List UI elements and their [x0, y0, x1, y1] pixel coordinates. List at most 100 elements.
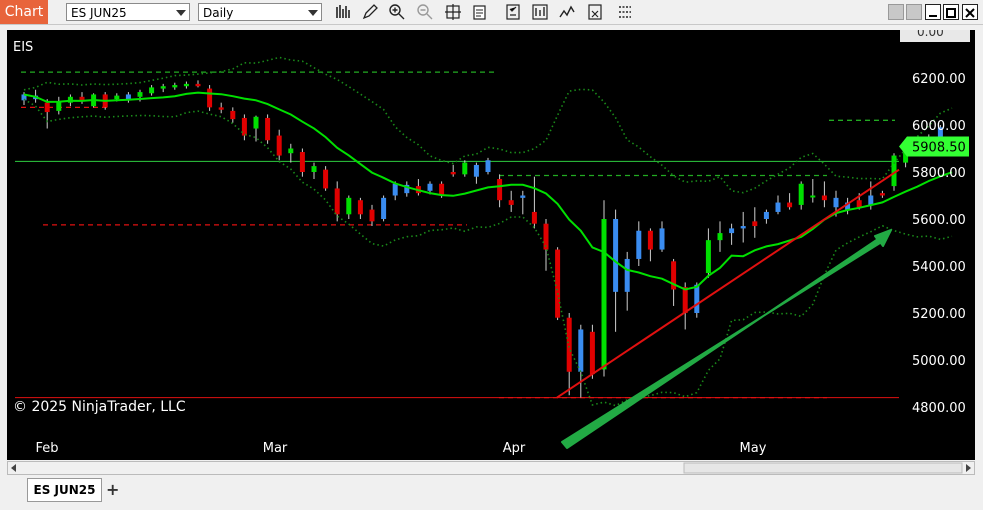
- candle-body[interactable]: [172, 85, 178, 88]
- candle-body[interactable]: [497, 179, 503, 201]
- candle-body[interactable]: [752, 221, 758, 227]
- drawing-pencil-icon[interactable]: [361, 3, 379, 21]
- crosshair-icon[interactable]: [444, 3, 462, 21]
- close-button[interactable]: [962, 4, 978, 20]
- indicators-icon[interactable]: [558, 3, 576, 21]
- candle-body[interactable]: [392, 183, 398, 196]
- interval-selector[interactable]: Daily: [198, 3, 322, 21]
- candle-body[interactable]: [868, 195, 874, 205]
- candle-body[interactable]: [44, 102, 50, 113]
- candle-body[interactable]: [856, 200, 862, 208]
- candle-body[interactable]: [624, 258, 630, 292]
- candle-body[interactable]: [555, 249, 561, 318]
- candle-body[interactable]: [659, 228, 665, 250]
- candle-body[interactable]: [311, 166, 317, 172]
- trend-arrow-annotation[interactable]: [561, 229, 892, 449]
- scroll-right-icon[interactable]: [966, 464, 971, 472]
- candle-body[interactable]: [473, 164, 479, 177]
- candle-body[interactable]: [230, 110, 236, 120]
- add-tab-button[interactable]: +: [106, 480, 119, 499]
- candle-body[interactable]: [589, 331, 595, 375]
- candle-body[interactable]: [821, 195, 827, 201]
- candle-body[interactable]: [717, 233, 723, 241]
- candle-body[interactable]: [149, 87, 155, 94]
- candle-body[interactable]: [369, 209, 375, 222]
- bar-type-icon[interactable]: [334, 3, 352, 21]
- candle-body[interactable]: [450, 172, 456, 175]
- candle-body[interactable]: [682, 287, 688, 313]
- candle-body[interactable]: [114, 95, 120, 100]
- data-box-icon[interactable]: [471, 3, 489, 21]
- candle-body[interactable]: [299, 152, 305, 172]
- chart-panel[interactable]: 6200.00 6000.00 5800.00 5600.00 5400.00 5200.…: [7, 30, 975, 460]
- candle-body[interactable]: [810, 195, 816, 198]
- candle-body[interactable]: [729, 228, 735, 234]
- window-tile-button-2[interactable]: [906, 4, 922, 20]
- grid-icon[interactable]: [616, 3, 634, 21]
- candle-body[interactable]: [207, 88, 213, 108]
- candle-body[interactable]: [763, 211, 769, 219]
- candle-body[interactable]: [636, 230, 642, 259]
- chart-window-label[interactable]: Chart: [0, 0, 48, 24]
- properties-icon[interactable]: [504, 3, 522, 21]
- strategies-icon[interactable]: [531, 3, 549, 21]
- tab-es-jun25[interactable]: ES JUN25: [27, 478, 102, 502]
- candle-body[interactable]: [334, 188, 340, 215]
- candle-body[interactable]: [427, 183, 433, 191]
- templates-icon[interactable]: [586, 3, 604, 21]
- candle-body[interactable]: [520, 195, 526, 198]
- candle-body[interactable]: [787, 202, 793, 208]
- price-chart[interactable]: 6200.00 6000.00 5800.00 5600.00 5400.00 5200.…: [7, 30, 975, 460]
- candle-body[interactable]: [195, 83, 201, 87]
- candle-body[interactable]: [647, 230, 653, 250]
- candle-body[interactable]: [265, 117, 271, 141]
- candle-body[interactable]: [833, 197, 839, 208]
- price-axis-tick-label: 6200.00: [912, 72, 966, 87]
- candle-body[interactable]: [566, 317, 572, 372]
- candle-body[interactable]: [183, 83, 189, 87]
- candle-body[interactable]: [276, 135, 282, 156]
- minimize-button[interactable]: [925, 4, 941, 20]
- price-axis-tick-label: 5600.00: [912, 213, 966, 228]
- candle-body[interactable]: [241, 117, 247, 136]
- candle-body[interactable]: [323, 169, 329, 189]
- candle-body[interactable]: [485, 160, 491, 172]
- zoom-in-icon[interactable]: [388, 3, 406, 21]
- tab-bar: [0, 476, 983, 510]
- candle-body[interactable]: [705, 240, 711, 274]
- chevron-down-icon: [176, 10, 186, 16]
- instrument-selector[interactable]: ES JUN25: [66, 3, 190, 21]
- candle-body[interactable]: [439, 183, 445, 196]
- candle-body[interactable]: [56, 101, 62, 111]
- candle-body[interactable]: [508, 200, 514, 205]
- maximize-button[interactable]: [943, 4, 959, 20]
- candle-body[interactable]: [160, 86, 166, 89]
- candle-body[interactable]: [879, 193, 885, 196]
- candle-body[interactable]: [357, 200, 363, 215]
- window-tile-button[interactable]: [888, 4, 904, 20]
- horizontal-scrollbar[interactable]: [7, 461, 975, 475]
- candle-body[interactable]: [613, 219, 619, 292]
- candle-body[interactable]: [137, 92, 143, 97]
- candle-body[interactable]: [775, 202, 781, 212]
- candle-body[interactable]: [381, 197, 387, 219]
- candle-body[interactable]: [288, 148, 294, 154]
- bollinger-lower-band[interactable]: [23, 98, 953, 407]
- candle-body[interactable]: [798, 183, 804, 205]
- candle-body[interactable]: [346, 197, 352, 215]
- candle-body[interactable]: [531, 211, 537, 224]
- candle-body[interactable]: [218, 107, 224, 110]
- scroll-thumb[interactable]: [683, 462, 963, 474]
- price-axis-tick-label: 5400.00: [912, 260, 966, 275]
- candle-body[interactable]: [462, 162, 468, 175]
- scroll-left-icon[interactable]: [11, 464, 16, 472]
- candle-body[interactable]: [694, 284, 700, 313]
- instrument-label: EIS: [13, 40, 34, 55]
- trend-line[interactable]: [556, 168, 900, 399]
- minimize-icon: [929, 15, 937, 17]
- zoom-out-icon[interactable]: [416, 3, 434, 21]
- candle-body[interactable]: [253, 116, 259, 129]
- candle-body[interactable]: [601, 219, 607, 370]
- candle-body[interactable]: [578, 329, 584, 372]
- candle-body[interactable]: [740, 226, 746, 229]
